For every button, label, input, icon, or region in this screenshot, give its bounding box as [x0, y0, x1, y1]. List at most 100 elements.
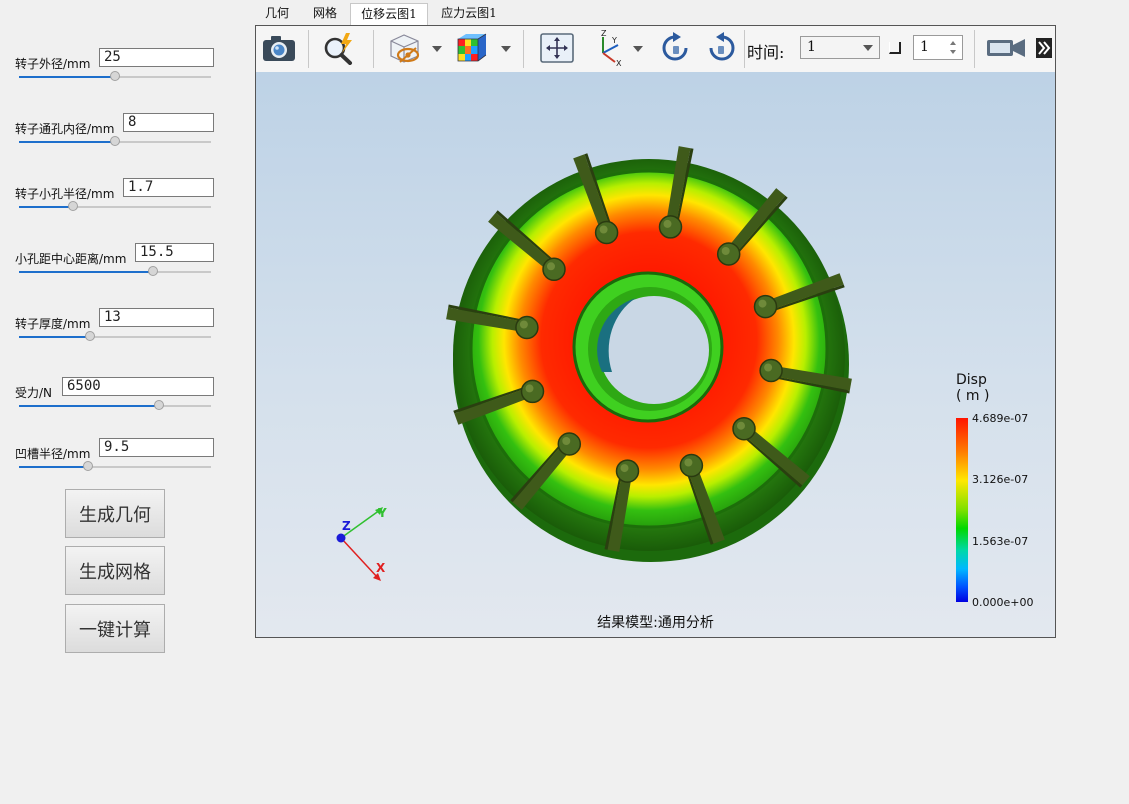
fit-view-button[interactable]	[539, 30, 575, 66]
axis-label-z: Z	[342, 519, 351, 533]
rotor-thickness-input[interactable]: 13	[99, 308, 214, 327]
axis-triad: Z Y X	[336, 506, 387, 581]
rotor-slot-hole-highlight	[620, 464, 629, 473]
result-model-status: 结果模型:通用分析	[597, 615, 714, 631]
legend-tick-2: 3.126e-07	[972, 473, 1029, 486]
param-label: 转子外径/mm	[15, 57, 91, 71]
rotor-slot-hole	[759, 358, 783, 383]
rotor-slot-hole	[515, 315, 539, 340]
display-mode-button[interactable]	[384, 30, 428, 66]
legend-unit: ( m )	[956, 388, 990, 404]
rotate-clockwise-icon	[662, 32, 688, 61]
tab-geometry[interactable]: 几何	[255, 3, 299, 24]
rotor-slot-hole-highlight	[721, 247, 730, 255]
time-label: 时间:	[747, 43, 785, 62]
axis-label-x: X	[376, 561, 386, 575]
tab-displacement-contour[interactable]: 位移云图1	[350, 3, 428, 25]
rotor-slot-hole-highlight	[519, 320, 528, 329]
rotor-slot-hole-highlight	[684, 458, 693, 467]
screenshot-button[interactable]	[260, 30, 298, 66]
bore-diameter-input[interactable]: 8	[123, 113, 214, 132]
rotor-thickness-slider[interactable]	[19, 331, 211, 341]
rotor-slot-hole-highlight	[547, 262, 555, 271]
rotor-model-render: Z Y X	[336, 146, 852, 581]
groove-radius-slider[interactable]	[19, 461, 211, 471]
display-mode-dropdown-arrow[interactable]	[432, 46, 442, 52]
rotor-slot-hole	[679, 453, 704, 478]
rotor-slot-hole-highlight	[758, 299, 767, 308]
bore-diameter-slider[interactable]	[19, 136, 211, 146]
toolbar-overflow-button[interactable]	[1034, 30, 1054, 66]
rotate-ccw-button[interactable]	[702, 30, 742, 66]
video-camera-icon	[987, 39, 1025, 57]
probe-button[interactable]	[320, 30, 360, 66]
rotor-slot-hole-highlight	[599, 225, 608, 234]
rotor-slot-hole	[594, 220, 619, 245]
double-chevron-right-icon	[1036, 38, 1052, 58]
hole-center-distance-input[interactable]: 15.5	[135, 243, 214, 262]
render-canvas[interactable]: Z Y X Disp ( m ) 4.689e-07 3.126e-07 1.5…	[256, 72, 1055, 637]
force-input[interactable]: 6500	[62, 377, 214, 396]
slider-handle[interactable]	[110, 136, 120, 146]
rotor-slot-hole	[615, 459, 640, 483]
slider-handle[interactable]	[148, 266, 159, 276]
rotor-slot-hole	[658, 215, 683, 239]
spin-down-icon[interactable]	[950, 50, 956, 54]
legend-tick-min: 0.000e+00	[972, 596, 1034, 609]
small-hole-radius-input[interactable]: 1.7	[123, 178, 214, 197]
svg-text:Y: Y	[611, 36, 617, 45]
slider-handle[interactable]	[67, 201, 78, 211]
fit-view-icon	[540, 33, 574, 63]
contour-style-button[interactable]	[452, 30, 492, 66]
rotor-slot-hole-highlight	[663, 219, 672, 228]
hole-center-distance-slider[interactable]	[19, 266, 211, 276]
rotor-slot-hole-highlight	[764, 363, 773, 372]
axis-view-button[interactable]: Z Y X	[589, 29, 629, 67]
legend-tick-max: 4.689e-07	[972, 412, 1029, 425]
force-slider[interactable]	[19, 400, 211, 410]
rotor-slot-hole-highlight	[737, 421, 745, 430]
rotate-cw-button[interactable]	[655, 30, 695, 66]
slider-handle[interactable]	[154, 400, 165, 410]
param-label: 受力/N	[15, 386, 53, 400]
cube-eye-icon	[390, 34, 420, 63]
color-cube-icon	[457, 33, 487, 62]
param-label: 凹槽半径/mm	[15, 447, 91, 461]
result-viewer: Z Y X 时间: 1 1 Z Y X Disp (m) 4.689e-07…	[255, 25, 1056, 638]
color-legend: Disp ( m ) 4.689e-07 3.126e-07 1.563e-07…	[954, 372, 1054, 612]
outer-diameter-input[interactable]: 25	[99, 48, 214, 67]
legend-title: Disp	[956, 372, 987, 388]
slider-handle[interactable]	[85, 331, 96, 341]
param-label: 转子小孔半径/mm	[15, 187, 115, 201]
axis-view-dropdown-arrow[interactable]	[633, 46, 643, 52]
frame-checkbox[interactable]	[889, 42, 901, 54]
xyz-axes-icon: Z Y X	[601, 29, 622, 67]
svg-text:X: X	[616, 59, 622, 67]
time-select[interactable]: 1	[800, 36, 880, 59]
generate-mesh-button[interactable]: 生成网格	[65, 546, 165, 595]
one-click-compute-button[interactable]: 一键计算	[65, 604, 165, 653]
rotor-slot-hole	[557, 432, 582, 456]
generate-geometry-button[interactable]: 生成几何	[65, 489, 165, 538]
rotor-slot-hole-highlight	[562, 437, 571, 445]
legend-color-bar	[956, 418, 968, 602]
tab-mesh[interactable]: 网格	[303, 3, 347, 24]
outer-diameter-slider[interactable]	[19, 71, 211, 81]
contour-style-dropdown-arrow[interactable]	[501, 46, 511, 52]
groove-radius-input[interactable]: 9.5	[99, 438, 214, 457]
slider-handle[interactable]	[110, 71, 120, 81]
rotor-slot-hole	[542, 257, 566, 282]
camera-icon	[263, 36, 295, 61]
frame-spinbox-value: 1	[920, 39, 929, 55]
rotor-slot-hole-highlight	[525, 384, 534, 393]
rotor-slot-hole	[520, 379, 545, 404]
frame-spinbox[interactable]: 1	[913, 35, 963, 60]
spin-up-icon[interactable]	[950, 41, 956, 45]
record-video-button[interactable]	[984, 30, 1028, 66]
small-hole-radius-slider[interactable]	[19, 201, 211, 211]
magnifier-lightning-icon	[324, 33, 352, 65]
param-label: 小孔距中心距离/mm	[15, 252, 127, 266]
tab-stress-contour[interactable]: 应力云图1	[431, 3, 507, 24]
param-label: 转子厚度/mm	[15, 317, 91, 331]
slider-handle[interactable]	[83, 461, 94, 471]
